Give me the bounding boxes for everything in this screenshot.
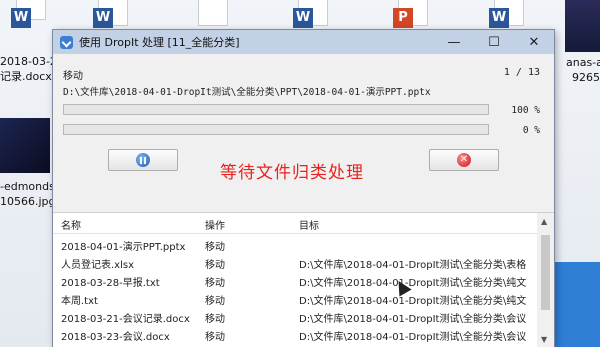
cancel-icon: ✕ [457,153,471,167]
desktop-file-label[interactable]: 记录.docx [0,70,52,84]
cell-action: 移动 [205,260,225,271]
word-file-icon[interactable]: W [489,0,524,28]
desktop-file-label[interactable]: -edmonds [0,180,55,194]
table-row[interactable]: 2018-03-23-会议.docx 移动 D:\文件库\2018-04-01-Dr… [53,325,536,343]
desktop-file-label[interactable]: 10566.jpg [0,195,56,209]
operation-label: 移动 [63,71,83,82]
cell-name: 2018-03-23-会议.docx [61,332,170,343]
desktop-file-label[interactable]: 9265 [572,71,600,85]
cell-action: 移动 [205,314,225,325]
image-thumbnail[interactable] [0,118,50,173]
column-header-target[interactable]: 目标 [299,217,319,232]
table-row[interactable]: 2018-03-28-早报.txt 移动 D:\文件库\2018-04-01-Dro… [53,271,536,289]
table-row[interactable]: 2018-03-21-会议记录.docx 移动 D:\文件库\2018-04-01-… [53,307,536,325]
cell-name: 本周.txt [61,296,98,307]
column-header-name[interactable]: 名称 [61,217,81,232]
word-badge: W [489,8,509,28]
cell-target: D:\文件库\2018-04-01-DropIt测试\全能分类\会议 [299,332,527,343]
desktop-file-label[interactable]: anas-a [566,56,600,70]
word-file-icon[interactable]: W [11,0,46,28]
total-progress-percent: 0 % [522,125,540,136]
scroll-down-icon[interactable]: ▼ [541,335,547,344]
word-file-icon[interactable]: W [293,0,328,28]
cell-action: 移动 [205,332,225,343]
dropit-app-icon [60,35,73,49]
cell-action: 移动 [205,296,225,307]
file-list: 名称 操作 目标 2018-04-01-演示PPT.pptx 移动 人员登记表.xl… [53,212,554,347]
word-badge: W [293,8,313,28]
cell-name: 2018-03-21-会议记录.docx [61,314,190,325]
minimize-button[interactable]: — [434,30,474,54]
cell-action: 移动 [205,278,225,289]
status-message: 等待文件归类处理 [220,163,364,183]
title-bar[interactable]: 使用 DropIt 处理 [11_全能分类] — ☐ ✕ [53,30,554,54]
pause-button[interactable] [108,149,178,171]
scroll-up-icon[interactable]: ▲ [541,217,547,226]
list-header: 名称 操作 目标 [53,213,554,234]
file-counter: 1 / 13 [503,67,540,78]
cell-name: 2018-03-28-早报.txt [61,278,160,289]
cell-target: D:\文件库\2018-04-01-DropIt测试\全能分类\表格 [299,260,527,271]
cell-target: D:\文件库\2018-04-01-DropIt测试\全能分类\纯文 [299,278,527,289]
file-progress-bar [63,104,489,115]
maximize-button[interactable]: ☐ [474,30,514,54]
ppt-badge: P [393,8,413,28]
table-row[interactable]: 2018-04-01-演示PPT.pptx 移动 [53,235,536,253]
vertical-scrollbar[interactable]: ▲ ▼ [537,213,554,347]
table-row[interactable]: 本周.txt 移动 D:\文件库\2018-04-01-DropIt测试\全能分类\… [53,289,536,307]
powerpoint-file-icon[interactable]: P [393,0,428,28]
current-file-path: D:\文件库\2018-04-01-DropIt测试\全能分类\PPT\2018… [63,87,431,98]
cell-action: 移动 [205,242,225,253]
cell-target: D:\文件库\2018-04-01-DropIt测试\全能分类\会议 [299,314,527,325]
word-badge: W [11,8,31,28]
dropit-progress-dialog: 使用 DropIt 处理 [11_全能分类] — ☐ ✕ 移动 1 / 13 D… [53,30,554,347]
scrollbar-thumb[interactable] [541,235,550,310]
file-icon[interactable] [198,0,228,26]
window-title: 使用 DropIt 处理 [11_全能分类] [79,36,240,49]
image-thumbnail[interactable] [565,0,600,52]
word-file-icon[interactable]: W [93,0,128,28]
table-row[interactable]: 人员登记表.xlsx 移动 D:\文件库\2018-04-01-DropIt测试\全… [53,253,536,271]
file-progress-fill [64,105,488,114]
cell-target: D:\文件库\2018-04-01-DropIt测试\全能分类\纯文 [299,296,527,307]
total-progress-bar [63,124,489,135]
word-badge: W [93,8,113,28]
cell-name: 2018-04-01-演示PPT.pptx [61,242,186,253]
close-button[interactable]: ✕ [514,30,554,54]
file-progress-percent: 100 % [511,105,540,116]
background-window [554,262,600,347]
cancel-button[interactable]: ✕ [429,149,499,171]
cell-name: 人员登记表.xlsx [61,260,135,271]
pause-icon [136,153,150,167]
column-header-action[interactable]: 操作 [205,217,225,232]
table-row[interactable]: 2018-03-30-会议内容.docx移动D:\文件库\2018-04-01-… [53,343,536,347]
progress-panel: 移动 1 / 13 D:\文件库\2018-04-01-DropIt测试\全能分… [53,54,554,212]
